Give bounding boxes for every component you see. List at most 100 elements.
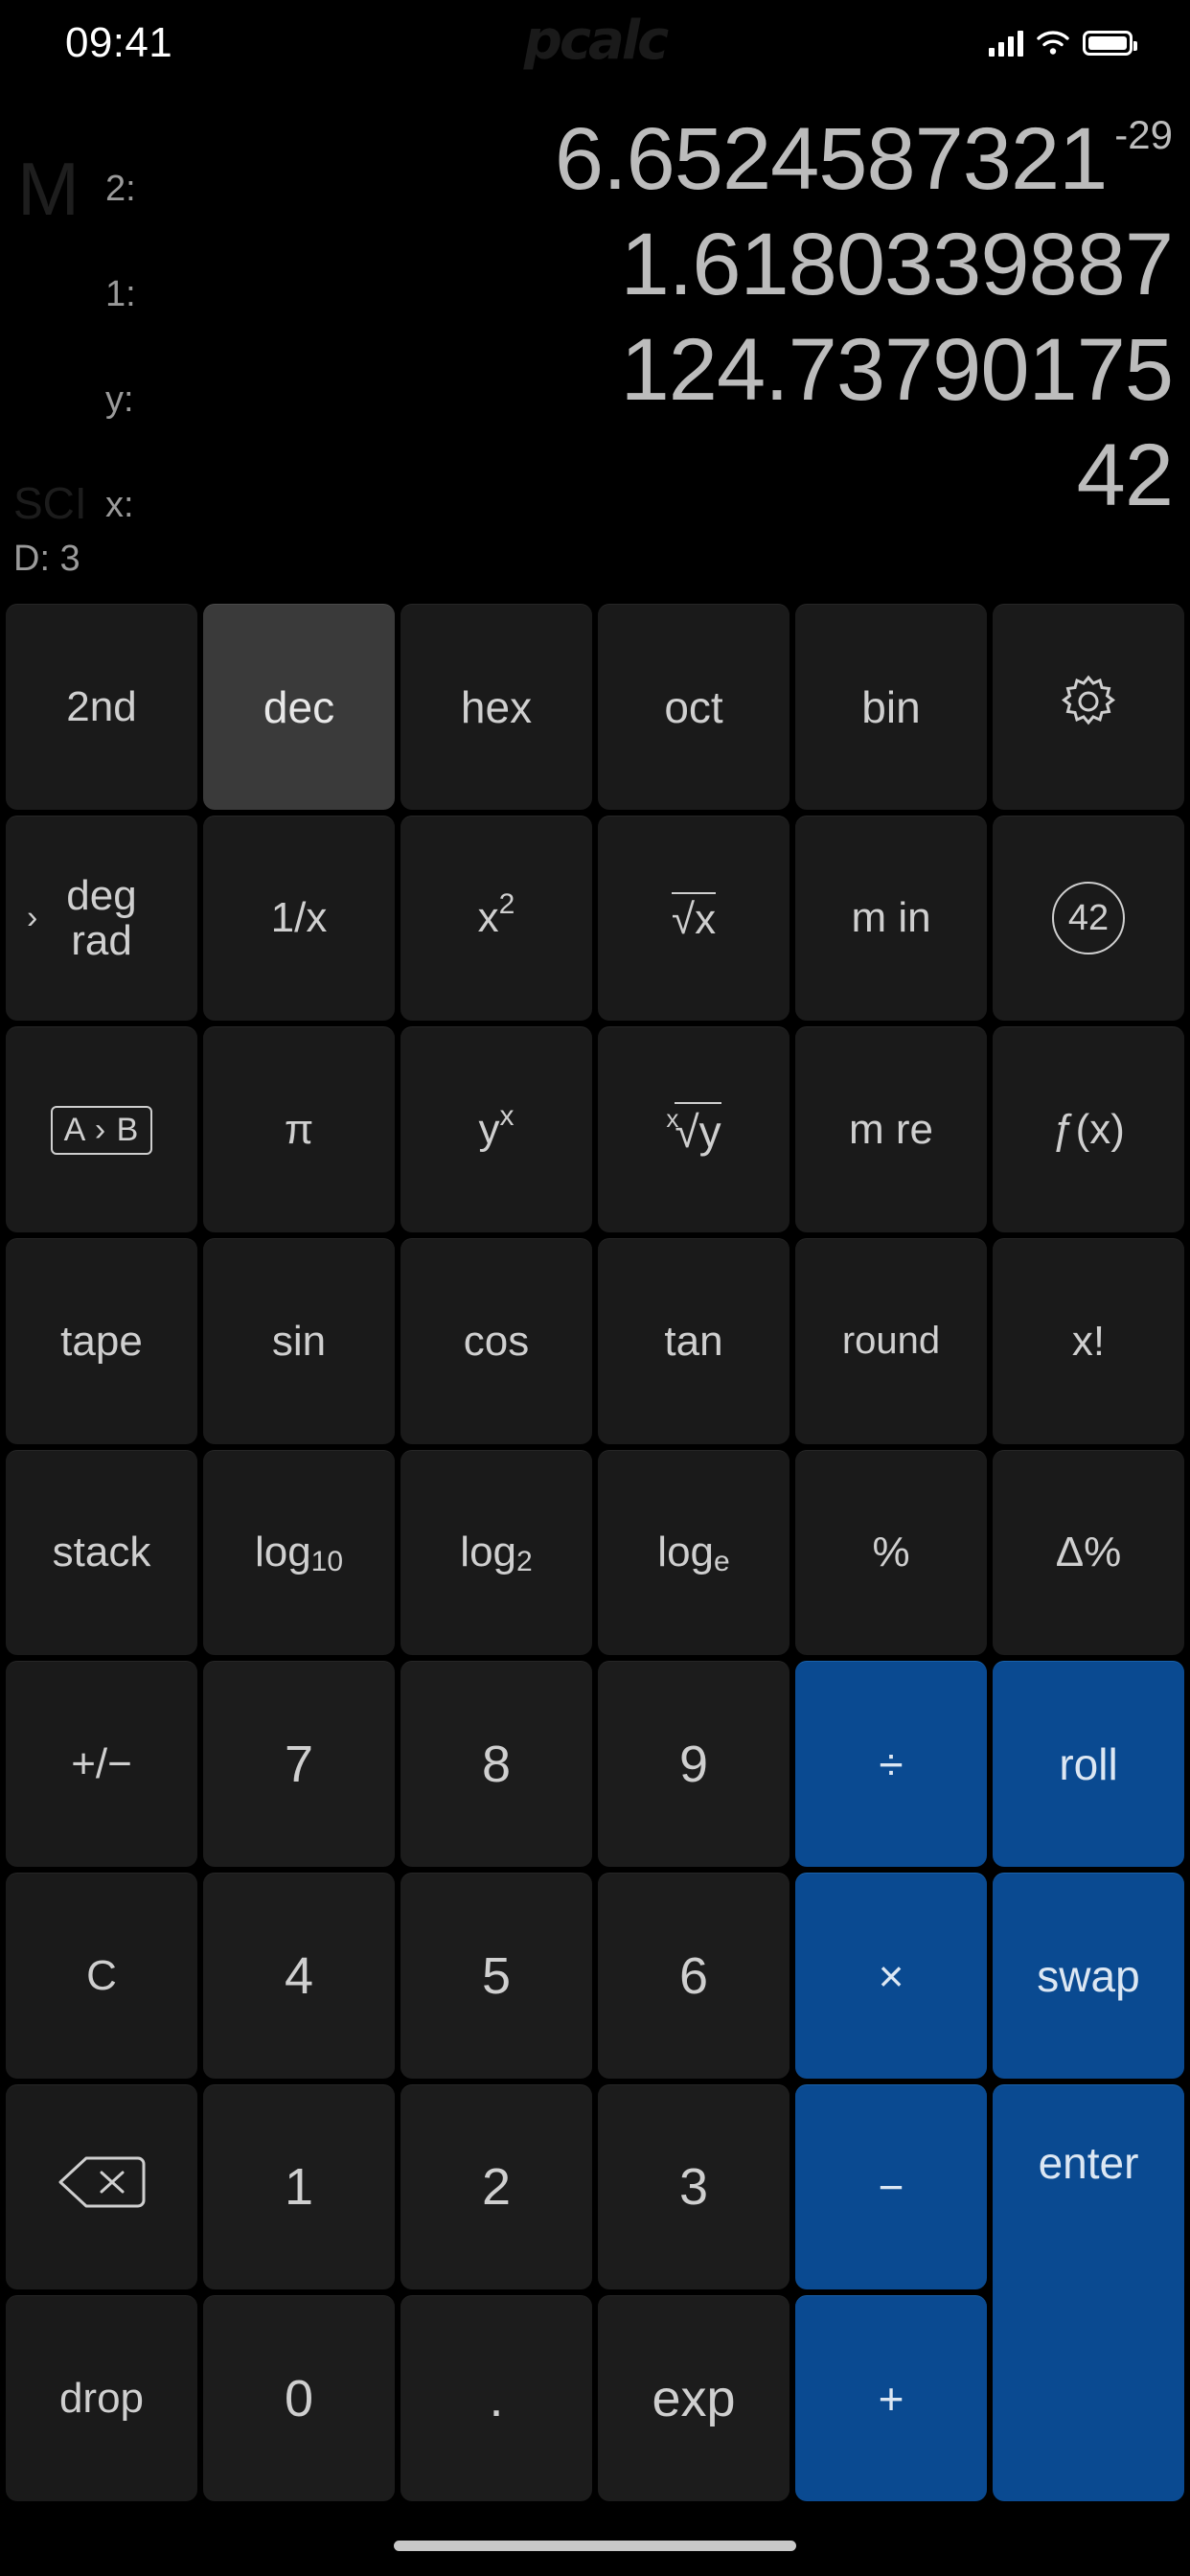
power-key-exponent: x: [499, 1100, 515, 1133]
clear-key-label: C: [86, 1951, 117, 1999]
wifi-icon: [1037, 31, 1069, 56]
square-root-key[interactable]: √x: [598, 815, 790, 1022]
divide-key-label: ÷: [879, 1739, 904, 1790]
digit-9-key[interactable]: 9: [598, 1661, 790, 1867]
calculator-display[interactable]: M SCI D: 3 2: 6.6524587321 -29 1: 1.6180…: [0, 86, 1190, 604]
clear-key[interactable]: C: [6, 1873, 197, 2079]
drop-key-label: drop: [58, 2375, 145, 2423]
square-root-key-label: √x: [671, 892, 717, 944]
stack-register-2-exponent: -29: [1114, 112, 1173, 157]
home-indicator-bar[interactable]: [394, 2541, 796, 2551]
memory-recall-key-label: m re: [849, 1106, 933, 1154]
pi-key-label: π: [284, 1106, 314, 1154]
add-key[interactable]: +: [795, 2295, 987, 2501]
digit-8-key[interactable]: 8: [400, 1661, 592, 1867]
chevron-right-icon: ›: [27, 900, 38, 937]
drop-key[interactable]: drop: [6, 2295, 197, 2501]
base-dec-key-label: dec: [263, 681, 335, 732]
stack-key-label: stack: [52, 1529, 151, 1576]
ln-key-base: e: [714, 1546, 730, 1578]
reciprocal-key[interactable]: 1/x: [203, 815, 395, 1022]
gear-icon: [1058, 671, 1119, 743]
digit-9-key-label: 9: [678, 1736, 709, 1794]
base-bin-key-label: bin: [861, 681, 921, 732]
angle-mode-key-label-deg: deg: [66, 871, 137, 919]
cosine-key[interactable]: cos: [400, 1238, 592, 1444]
sign-toggle-key[interactable]: +/−: [6, 1661, 197, 1867]
digit-3-key[interactable]: 3: [598, 2083, 790, 2290]
battery-icon: [1083, 31, 1137, 56]
subtract-key[interactable]: −: [795, 2083, 987, 2290]
constants-key[interactable]: 42: [993, 815, 1184, 1022]
second-function-key[interactable]: 2nd: [6, 604, 197, 810]
log10-key[interactable]: log 10: [203, 1449, 395, 1656]
digit-6-key[interactable]: 6: [598, 1873, 790, 2079]
digit-4-key[interactable]: 4: [203, 1873, 395, 2079]
functions-key-label: ƒ(x): [1052, 1106, 1125, 1154]
square-key-label: x: [477, 894, 499, 942]
unit-conversion-key-label: A › B: [50, 1105, 153, 1155]
stack-register-1: 1: 1.6180339887: [0, 220, 1174, 314]
exponent-key[interactable]: exp: [598, 2295, 790, 2501]
functions-key[interactable]: ƒ(x): [993, 1026, 1184, 1232]
memory-recall-key[interactable]: m re: [795, 1026, 987, 1232]
delta-percent-key[interactable]: Δ%: [993, 1449, 1184, 1656]
base-dec-key[interactable]: dec: [203, 604, 395, 810]
factorial-key[interactable]: x!: [993, 1238, 1184, 1444]
tape-key[interactable]: tape: [6, 1238, 197, 1444]
stack-register-x-value: 42: [1076, 426, 1174, 524]
ln-key-label: log: [657, 1529, 715, 1576]
pcalc-app-screen: 09:41 pcalc M SCI D: 3 2: 6.6524587321 -…: [0, 0, 1190, 2576]
base-hex-key[interactable]: hex: [400, 604, 592, 810]
roll-key[interactable]: roll: [993, 1661, 1184, 1867]
sine-key-label: sin: [271, 1317, 327, 1365]
base-hex-key-label: hex: [460, 681, 533, 732]
stack-register-y-label: y:: [105, 380, 134, 420]
ln-key[interactable]: log e: [598, 1449, 790, 1656]
power-key[interactable]: yx: [400, 1026, 592, 1232]
log2-key[interactable]: log 2: [400, 1449, 592, 1656]
sine-key[interactable]: sin: [203, 1238, 395, 1444]
digit-1-key[interactable]: 1: [203, 2083, 395, 2290]
swap-key-label: swap: [1037, 1950, 1140, 2001]
pi-key[interactable]: π: [203, 1026, 395, 1232]
memory-in-key[interactable]: m in: [795, 815, 987, 1022]
square-key-exponent: 2: [498, 888, 515, 921]
status-bar-time: 09:41: [65, 19, 173, 66]
digit-5-key[interactable]: 5: [400, 1873, 592, 2079]
base-bin-key[interactable]: bin: [795, 604, 987, 810]
nth-root-key[interactable]: x √y: [598, 1026, 790, 1232]
digit-8-key-label: 8: [481, 1736, 512, 1794]
status-bar: 09:41 pcalc: [0, 0, 1190, 86]
base-oct-key[interactable]: oct: [598, 604, 790, 810]
digit-0-key[interactable]: 0: [203, 2295, 395, 2501]
angle-mode-key[interactable]: › deg rad: [6, 815, 197, 1022]
enter-key[interactable]: enter: [993, 2083, 1184, 2501]
log2-key-label: log: [460, 1529, 517, 1576]
digit-7-key[interactable]: 7: [203, 1661, 395, 1867]
tangent-key[interactable]: tan: [598, 1238, 790, 1444]
square-key[interactable]: x2: [400, 815, 592, 1022]
tangent-key-label: tan: [664, 1317, 723, 1365]
round-key-label: round: [841, 1320, 941, 1363]
app-watermark-logo: pcalc: [523, 10, 669, 72]
enter-key-label: enter: [1038, 2137, 1139, 2188]
backspace-key[interactable]: [6, 2083, 197, 2290]
exponent-key-label: exp: [652, 2370, 736, 2428]
factorial-key-label: x!: [1071, 1317, 1106, 1365]
stack-key[interactable]: stack: [6, 1449, 197, 1656]
swap-key[interactable]: swap: [993, 1873, 1184, 2079]
settings-gear-key[interactable]: [993, 604, 1184, 810]
decimal-point-key-label: .: [489, 2370, 504, 2428]
decimal-point-key[interactable]: .: [400, 2295, 592, 2501]
nth-root-key-glyph: x √y: [666, 1102, 721, 1158]
digit-3-key-label: 3: [678, 2158, 709, 2217]
base-oct-key-label: oct: [664, 681, 723, 732]
round-key[interactable]: round: [795, 1238, 987, 1444]
percent-key[interactable]: %: [795, 1449, 987, 1656]
unit-conversion-key[interactable]: A › B: [6, 1026, 197, 1232]
digit-2-key[interactable]: 2: [400, 2083, 592, 2290]
divide-key[interactable]: ÷: [795, 1661, 987, 1867]
multiply-key[interactable]: ×: [795, 1873, 987, 2079]
cellular-signal-icon: [989, 30, 1023, 57]
